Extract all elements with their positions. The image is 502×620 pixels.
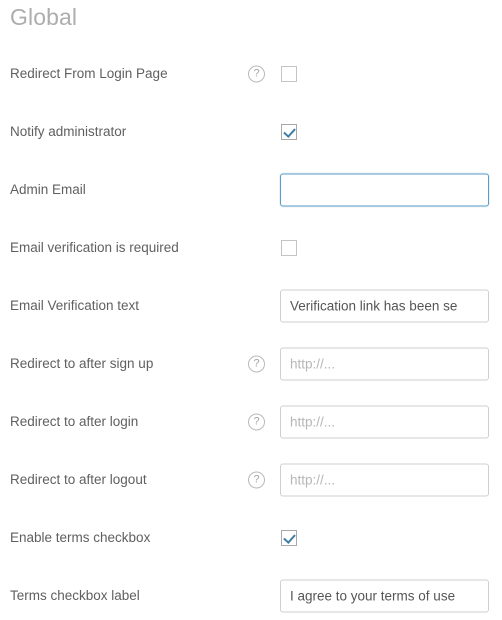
input-redirect-to-after-login[interactable]	[280, 405, 489, 439]
form-row: Email verification is required	[0, 224, 502, 272]
help-icon[interactable]: ?	[248, 471, 265, 489]
checkbox-redirect-from-login-page[interactable]	[281, 66, 297, 82]
form-row: Notify administrator	[0, 108, 502, 156]
row-label-enable-terms-checkbox: Enable terms checkbox	[10, 530, 151, 545]
input-redirect-to-after-logout[interactable]	[280, 463, 489, 497]
help-icon[interactable]: ?	[248, 413, 265, 431]
row-label-admin-email: Admin Email	[10, 182, 86, 197]
form-row: Admin Email	[0, 166, 502, 214]
form-row: Email Verification text	[0, 282, 502, 330]
input-admin-email[interactable]	[280, 173, 489, 207]
row-label-email-verification-is-required: Email verification is required	[10, 240, 179, 255]
checkbox-email-verification-is-required[interactable]	[281, 240, 297, 256]
form-row: Terms checkbox label	[0, 572, 502, 620]
form-row: Enable terms checkbox	[0, 514, 502, 562]
page-title: Global	[10, 4, 78, 30]
input-redirect-to-after-sign-up[interactable]	[280, 347, 489, 381]
row-label-terms-checkbox-label: Terms checkbox label	[10, 588, 140, 603]
form-row: Redirect to after login?	[0, 398, 502, 446]
form-row: Redirect to after sign up?	[0, 340, 502, 388]
checkbox-notify-administrator[interactable]	[281, 124, 297, 140]
row-label-notify-administrator: Notify administrator	[10, 124, 127, 139]
input-email-verification-text[interactable]	[280, 289, 489, 323]
row-label-redirect-from-login-page: Redirect From Login Page	[10, 66, 168, 81]
row-label-redirect-to-after-logout: Redirect to after logout	[10, 472, 147, 487]
help-icon[interactable]: ?	[248, 355, 265, 373]
row-label-redirect-to-after-sign-up: Redirect to after sign up	[10, 356, 154, 371]
row-label-redirect-to-after-login: Redirect to after login	[10, 414, 139, 429]
settings-form-panel: Global Redirect From Login Page? Notify a…	[0, 0, 502, 613]
checkbox-enable-terms-checkbox[interactable]	[281, 530, 297, 546]
row-label-email-verification-text: Email Verification text	[10, 298, 140, 313]
form-row: Redirect From Login Page?	[0, 50, 502, 98]
form-row: Redirect to after logout?	[0, 456, 502, 504]
input-terms-checkbox-label[interactable]	[280, 579, 489, 613]
help-icon[interactable]: ?	[248, 65, 265, 83]
